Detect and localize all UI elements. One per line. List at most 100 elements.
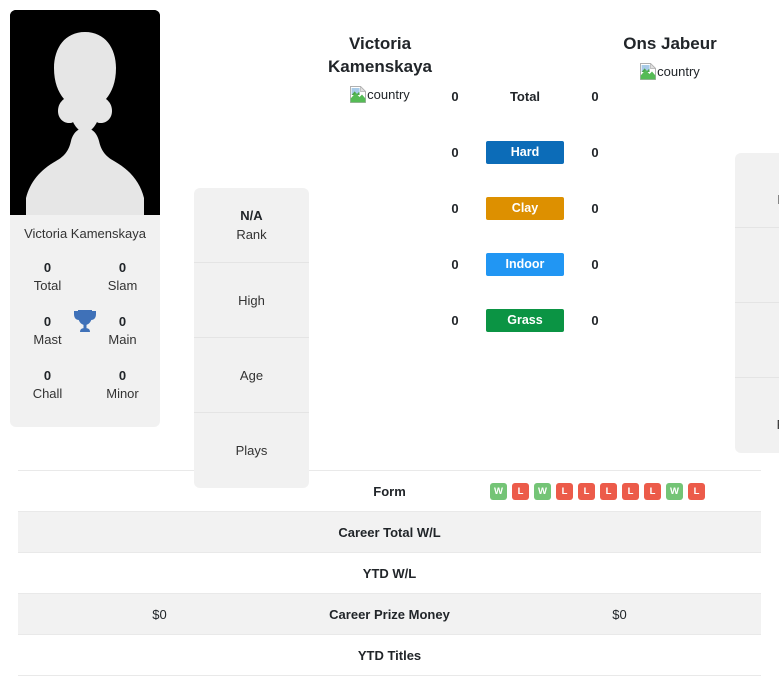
table-row-ytd-titles: YTD Titles (18, 634, 761, 676)
surface-row-clay: 0 Clay 0 (445, 180, 605, 236)
country-alt-text: country (657, 64, 700, 79)
form-badge-loss[interactable]: L (644, 482, 661, 500)
row-label-career-wl: Career Total W/L (301, 511, 478, 553)
surface-left-count: 0 (451, 256, 459, 272)
info-high-right: High (735, 228, 779, 303)
surface-right-count: 0 (591, 256, 599, 272)
broken-image-icon (640, 63, 657, 80)
titles-grid-left: 0 Total 0 Slam 0 Mast 0 Main 0 Chall 0 M… (10, 251, 160, 427)
surface-right-count: 0 (591, 312, 599, 328)
compare-section: Victoria Kamenskaya 0 Total 0 Slam 0 Mas… (0, 0, 779, 488)
surface-label-grass[interactable]: Grass (486, 308, 564, 332)
surface-left-count: 0 (451, 88, 459, 104)
surface-row-grass: 0 Grass 0 (445, 292, 605, 348)
surface-label-indoor[interactable]: Indoor (486, 252, 564, 276)
surface-left-count: 0 (451, 144, 459, 160)
ytd-titles-left (18, 634, 301, 676)
row-label-ytd-wl: YTD W/L (301, 552, 478, 594)
form-badge-loss[interactable]: L (512, 482, 529, 500)
table-row-form: Form WLWLLLLLWL (18, 470, 761, 512)
player-comparison-page: Victoria Kamenskaya 0 Total 0 Slam 0 Mas… (0, 0, 779, 676)
country-flag-right: country (640, 63, 700, 80)
table-row-career-wl: Career Total W/L (18, 511, 761, 553)
form-badges-right: WLWLLLLLWL (484, 482, 755, 500)
title-label: Mast (33, 332, 62, 347)
row-label-ytd-titles: YTD Titles (301, 634, 478, 676)
title-value: 0 (43, 260, 52, 275)
player-caption-left: Victoria Kamenskaya (24, 226, 146, 241)
player-name-line1-left: Victoria (348, 34, 412, 53)
title-label: Chall (32, 386, 63, 401)
player-card-left[interactable]: Victoria Kamenskaya 0 Total 0 Slam 0 Mas… (10, 10, 160, 427)
prize-money-left: $0 (18, 593, 301, 635)
info-card-left: N/A Rank High Age Plays (194, 188, 309, 488)
surface-left-count: 0 (451, 200, 459, 216)
title-value: 0 (43, 314, 52, 329)
form-badge-win[interactable]: W (534, 482, 551, 500)
surface-row-total: 0 Total 0 (445, 68, 605, 124)
info-label: Rank (236, 226, 267, 242)
title-label: Total (33, 278, 62, 293)
row-label-form: Form (301, 470, 478, 512)
form-badge-loss[interactable]: L (622, 482, 639, 500)
info-label: Age (239, 367, 264, 383)
player-photo-left (10, 10, 160, 215)
title-stat-total-left: 0 Total (10, 251, 85, 305)
form-badge-win[interactable]: W (666, 482, 683, 500)
form-badge-loss[interactable]: L (600, 482, 617, 500)
ytd-wl-right (478, 552, 761, 594)
surface-right-count: 0 (591, 144, 599, 160)
career-wl-right (478, 511, 761, 553)
row-label-prize-money: Career Prize Money (301, 593, 478, 635)
table-row-ytd-wl: YTD W/L (18, 552, 761, 594)
title-value: 0 (118, 314, 127, 329)
info-card-right: N/A Rank High 29 Age R Plays (735, 153, 779, 453)
form-badge-loss[interactable]: L (556, 482, 573, 500)
title-label: Main (108, 332, 137, 347)
info-value: N/A (240, 207, 263, 223)
country-alt-text: country (367, 87, 410, 102)
title-value: 0 (118, 260, 127, 275)
player-name-line2-left: Kamenskaya (328, 57, 432, 76)
surface-right-count: 0 (591, 200, 599, 216)
info-label: Plays (235, 443, 268, 458)
title-value: 0 (118, 368, 127, 383)
player-name-line1-right: Ons Jabeur (623, 34, 717, 53)
career-wl-left (18, 511, 301, 553)
ytd-wl-left (18, 552, 301, 594)
info-label: High (238, 292, 265, 308)
comparison-stats-table: Form WLWLLLLLWL Career Total W/L YTD W/L… (18, 470, 761, 676)
surface-row-indoor: 0 Indoor 0 (445, 236, 605, 292)
player-header-left: Victoria Kamenskaya country (315, 10, 445, 108)
info-age-right: 29 Age (735, 303, 779, 378)
title-stat-chall-left: 0 Chall (10, 359, 85, 413)
broken-image-icon (350, 86, 367, 103)
info-plays-right: R Plays (735, 378, 779, 453)
title-stat-slam-left: 0 Slam (85, 251, 160, 305)
surface-left-count: 0 (451, 312, 459, 328)
form-badge-loss[interactable]: L (578, 482, 595, 500)
surface-comparison-column: 0 Total 0 0 Hard 0 0 Clay 0 0 Indoor 0 0 (445, 10, 605, 348)
title-stat-minor-left: 0 Minor (85, 359, 160, 413)
form-badge-loss[interactable]: L (688, 482, 705, 500)
prize-money-right: $0 (478, 593, 761, 635)
country-flag-left: country (350, 86, 410, 103)
info-rank-left: N/A Rank (194, 188, 309, 263)
info-rank-right: N/A Rank (735, 153, 779, 228)
info-plays-left: Plays (194, 413, 309, 488)
info-high-left: High (194, 263, 309, 338)
title-stat-main-left: 0 Main (85, 305, 160, 359)
form-right-cell: WLWLLLLLWL (478, 470, 761, 512)
title-label: Minor (106, 386, 139, 401)
player-header-right: Ons Jabeur country (605, 10, 735, 85)
surface-label-clay[interactable]: Clay (486, 196, 564, 220)
title-label: Slam (107, 278, 138, 293)
surface-label-hard[interactable]: Hard (486, 140, 564, 164)
ytd-titles-right (478, 634, 761, 676)
info-age-left: Age (194, 338, 309, 413)
surface-right-count: 0 (591, 88, 599, 104)
form-badge-win[interactable]: W (490, 482, 507, 500)
table-row-prize-money: $0 Career Prize Money $0 (18, 593, 761, 635)
title-stat-mast-left: 0 Mast (10, 305, 85, 359)
surface-label-total: Total (509, 88, 541, 104)
